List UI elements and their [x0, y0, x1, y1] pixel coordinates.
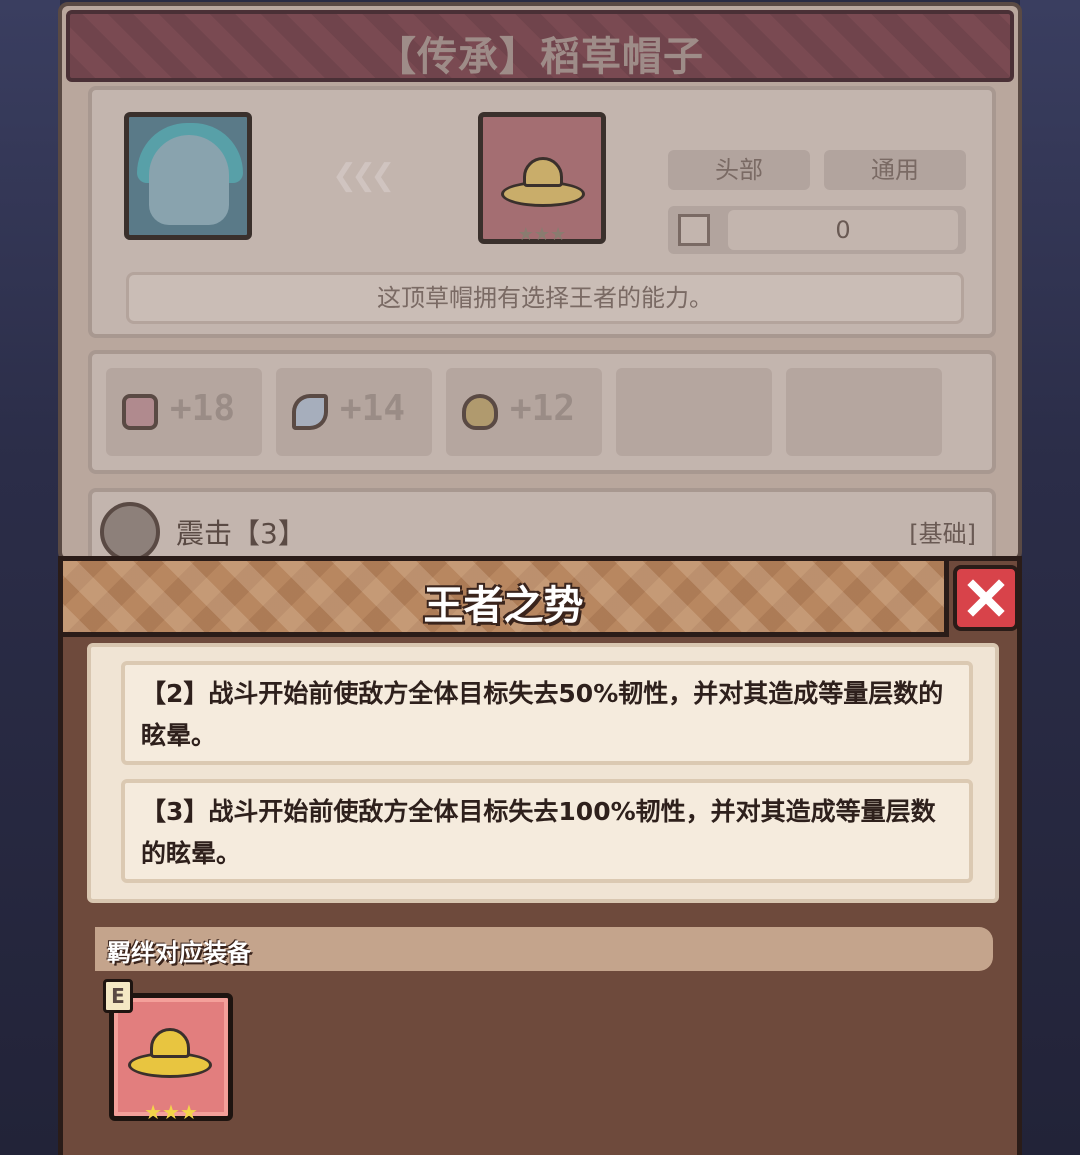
popup-header: 王者之势	[63, 561, 949, 637]
grade-badge: E	[103, 979, 133, 1013]
stat-row: 0	[668, 206, 966, 254]
bond-equipment-section: 羁绊对应装备 ★★★ E	[87, 921, 999, 1155]
close-button[interactable]	[953, 565, 1019, 631]
slot-label-common: 通用	[824, 150, 966, 190]
hero-portrait[interactable]	[124, 112, 252, 240]
stat-value: 0	[728, 210, 958, 250]
block-icon	[678, 214, 710, 246]
straw-hat-icon	[128, 1028, 212, 1078]
item-title: 【传承】稻草帽子	[376, 34, 704, 80]
hero-face	[149, 135, 229, 225]
background-left	[0, 0, 60, 1155]
arrow-left-icon: ❮❮❮	[332, 158, 395, 193]
close-icon	[967, 579, 1005, 617]
effect-level: 【2】	[141, 679, 209, 708]
item-icon-card[interactable]: ★★★	[478, 112, 606, 245]
item-stars: ★★★	[517, 224, 567, 245]
effect-level: 【3】	[141, 797, 209, 826]
attribute-cell: +18	[106, 368, 262, 456]
effect-list: 【2】战斗开始前使敌方全体目标失去50%韧性，并对其造成等量层数的眩晕。 【3】…	[87, 643, 999, 903]
popup-title: 王者之势	[423, 583, 584, 629]
effect-item: 【3】战斗开始前使敌方全体目标失去100%韧性，并对其造成等量层数的眩晕。	[121, 779, 973, 883]
horseshoe-icon	[462, 394, 498, 430]
effect-text: 战斗开始前使敌方全体目标失去100%韧性，并对其造成等量层数的眩晕。	[141, 797, 936, 868]
attribute-cell-empty	[786, 368, 942, 456]
skill-name: 震击【3】	[176, 517, 306, 550]
item-detail-panel: 【传承】稻草帽子 ❮❮❮ ★★★ 头部 通用 0 这顶草帽拥有选择王者的能力。 …	[58, 2, 1022, 568]
straw-hat-icon	[501, 157, 585, 207]
attribute-cell-empty	[616, 368, 772, 456]
item-description: 这顶草帽拥有选择王者的能力。	[126, 272, 964, 324]
item-info-card: ❮❮❮ ★★★ 头部 通用 0 这顶草帽拥有选择王者的能力。	[88, 86, 996, 338]
skill-tag: [基础]	[909, 520, 976, 548]
effect-item: 【2】战斗开始前使敌方全体目标失去50%韧性，并对其造成等量层数的眩晕。	[121, 661, 973, 765]
attribute-value: +18	[170, 388, 236, 429]
attribute-value: +14	[340, 388, 406, 429]
slot-label-head: 头部	[668, 150, 810, 190]
attribute-row: +18 +14 +12	[88, 350, 996, 474]
defense-icon	[122, 394, 158, 430]
bond-item-stars: ★★★	[144, 1100, 198, 1124]
attribute-cell: +14	[276, 368, 432, 456]
attribute-cell: +12	[446, 368, 602, 456]
effect-text: 战斗开始前使敌方全体目标失去50%韧性，并对其造成等量层数的眩晕。	[141, 679, 944, 750]
item-title-bar: 【传承】稻草帽子	[66, 10, 1014, 82]
attribute-value: +12	[510, 388, 576, 429]
skill-icon	[100, 502, 160, 562]
bond-title: 羁绊对应装备	[107, 939, 251, 967]
wing-icon	[292, 394, 328, 430]
bond-header: 羁绊对应装备	[95, 927, 993, 971]
bond-popup: 王者之势 【2】战斗开始前使敌方全体目标失去50%韧性，并对其造成等量层数的眩晕…	[58, 556, 1022, 1155]
background-right	[1020, 0, 1080, 1155]
